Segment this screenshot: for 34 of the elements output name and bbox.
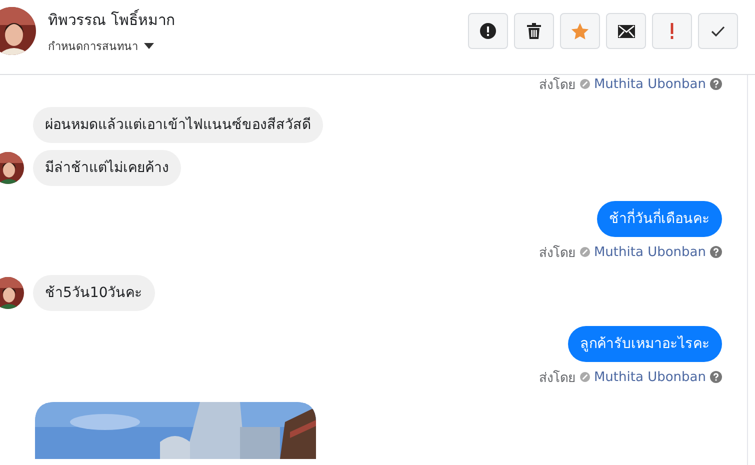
- caret-icon: [144, 43, 154, 49]
- help-icon[interactable]: [710, 371, 722, 383]
- delete-button[interactable]: [514, 13, 554, 49]
- alert-button[interactable]: [468, 13, 508, 49]
- avatar: [0, 277, 24, 309]
- message-bubble: ลูกค้ารับเหมาอะไรคะ: [568, 326, 722, 362]
- sent-by-label: ส่งโดย: [538, 369, 576, 388]
- sender-link[interactable]: Muthita Ubonban: [594, 76, 706, 92]
- verified-icon: [580, 79, 590, 89]
- verified-icon: [580, 247, 590, 257]
- mail-button[interactable]: [606, 13, 646, 49]
- message-bubble: ช้า5วัน10วันคะ: [33, 275, 155, 311]
- star-icon: [571, 22, 589, 40]
- help-icon[interactable]: [710, 78, 722, 90]
- trash-icon: [527, 23, 541, 39]
- envelope-icon: [618, 24, 634, 38]
- sender-link[interactable]: Muthita Ubonban: [594, 370, 706, 384]
- help-icon[interactable]: [710, 246, 722, 258]
- sender-link[interactable]: Muthita Ubonban: [594, 244, 706, 260]
- contact-name: ทิพวรรณ โพธิ์หมาก: [48, 8, 175, 31]
- conversation-menu[interactable]: กำหนดการสนทนา: [48, 37, 175, 55]
- alert-icon: [480, 23, 496, 39]
- message-bubble: มีล่าช้าแต่ไม่เคยค้าง: [33, 150, 181, 186]
- avatar: [0, 152, 24, 184]
- star-button[interactable]: [560, 13, 600, 49]
- check-button[interactable]: [698, 13, 738, 49]
- avatar: [0, 7, 36, 55]
- exclamation-icon: [670, 23, 674, 39]
- verified-icon: [580, 372, 590, 382]
- sent-by-label: ส่งโดย: [538, 76, 576, 94]
- message-bubble: ช้ากี่วันกี่เดือนคะ: [597, 201, 722, 237]
- sent-by-label: ส่งโดย: [538, 244, 576, 262]
- message-bubble: ผ่อนหมดแล้วแต่เอาเข้าไฟแนนซ์ของสีสวัสดี: [33, 107, 323, 143]
- checkmark-icon: [711, 26, 725, 36]
